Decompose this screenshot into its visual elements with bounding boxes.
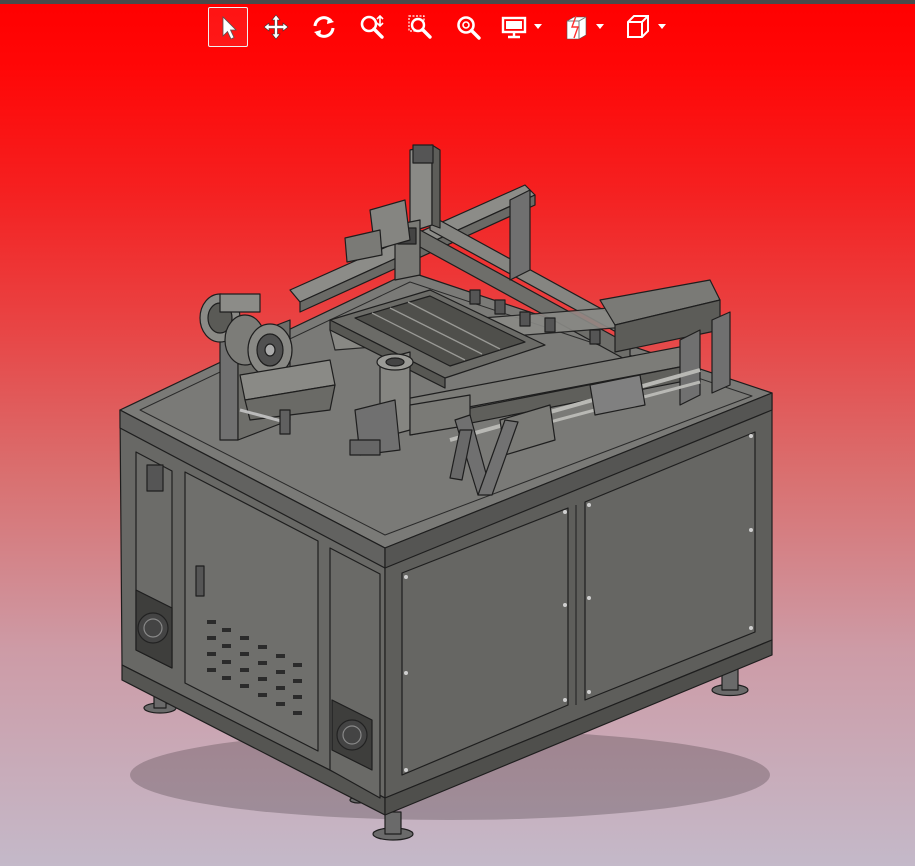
select-tool-button[interactable] <box>208 7 248 47</box>
zoom-fit-icon <box>457 16 481 40</box>
graphics-viewport[interactable] <box>0 55 915 866</box>
machine-assembly-3d-model[interactable] <box>0 55 915 866</box>
chevron-down-icon <box>534 24 542 29</box>
zoom-fit-button[interactable] <box>448 7 488 47</box>
display-style-button[interactable] <box>494 7 534 47</box>
zoom-realtime-icon <box>360 14 384 39</box>
select-arrow-icon <box>222 16 237 40</box>
pan-tool-button[interactable] <box>256 7 296 47</box>
chevron-down-icon <box>596 24 604 29</box>
chevron-down-icon <box>658 24 666 29</box>
display-style-dropdown[interactable] <box>534 7 548 47</box>
zoom-window-icon <box>408 15 432 39</box>
view-orientation-icon <box>627 15 649 38</box>
zoom-realtime-button[interactable] <box>352 7 392 47</box>
section-view-icon <box>566 15 587 40</box>
view-toolbar <box>208 7 680 47</box>
display-style-icon <box>501 16 527 39</box>
view-orientation-dropdown[interactable] <box>658 7 672 47</box>
section-view-button[interactable] <box>556 7 596 47</box>
section-view-dropdown[interactable] <box>596 7 610 47</box>
rotate-icon <box>313 16 335 38</box>
window-top-border <box>0 0 915 4</box>
view-orientation-button[interactable] <box>618 7 658 47</box>
pan-icon <box>263 14 289 40</box>
zoom-window-button[interactable] <box>400 7 440 47</box>
rotate-tool-button[interactable] <box>304 7 344 47</box>
